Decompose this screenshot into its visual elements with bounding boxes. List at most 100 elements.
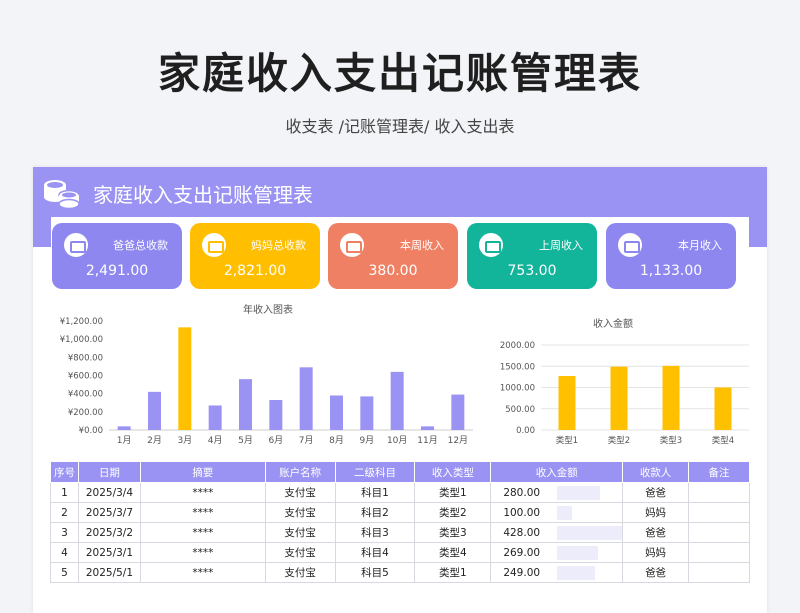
y-tick-label: ¥1,200.00 — [60, 317, 103, 327]
table-row[interactable]: 1 2025/3/4 **** 支付宝 科目1 类型1 280.00 爸爸 — [50, 482, 750, 503]
table-row[interactable]: 2 2025/3/7 **** 支付宝 科目2 类型2 100.00 妈妈 — [50, 502, 750, 523]
amount-data-bar — [556, 485, 600, 500]
cell-type[interactable]: 类型4 — [414, 542, 492, 563]
x-tick-label: 3月 — [177, 435, 192, 446]
cell-subject[interactable]: 科目1 — [334, 482, 416, 503]
cell-date[interactable]: 2025/3/4 — [77, 482, 141, 503]
cell-amount[interactable]: 249.00 — [490, 562, 557, 583]
cell-summary[interactable]: **** — [139, 482, 266, 503]
cell-no[interactable]: 1 — [50, 482, 79, 503]
bar-3月 — [178, 327, 192, 430]
cell-no[interactable]: 4 — [50, 542, 79, 563]
card-mom-total: 妈妈总收款 2,821.00 — [190, 223, 320, 289]
cell-summary[interactable]: **** — [139, 542, 266, 563]
bar-10月 — [390, 371, 404, 430]
cell-note[interactable] — [688, 542, 750, 563]
cell-no[interactable]: 5 — [50, 562, 79, 583]
cell-summary[interactable]: **** — [139, 502, 266, 523]
card-value: 1,133.00 — [639, 263, 703, 279]
table-row[interactable]: 5 2025/5/1 **** 支付宝 科目5 类型1 249.00 爸爸 — [50, 562, 750, 583]
amount-data-bar — [556, 545, 598, 560]
spreadsheet-panel: 家庭收入支出记账管理表 爸爸总收款 2,491.00 妈妈总收款 2,821.0… — [33, 167, 767, 613]
cell-note[interactable] — [688, 562, 750, 583]
cell-subject[interactable]: 科目3 — [334, 522, 416, 543]
cell-subject[interactable]: 科目2 — [334, 502, 416, 523]
table-row[interactable]: 3 2025/3/2 **** 支付宝 科目3 类型3 428.00 爸爸 — [50, 522, 750, 543]
card-label: 本周收入 — [400, 239, 444, 252]
header-cell[interactable]: 日期 — [77, 461, 141, 483]
sheet-header: 家庭收入支出记账管理表 — [33, 167, 767, 217]
y-tick-label: 2000.00 — [500, 341, 535, 351]
cell-date[interactable]: 2025/3/7 — [77, 502, 141, 523]
income-by-type-chart: 0.00 500.00 1000.00 1500.00 2000.00 类型1 类型2 类型3… — [500, 341, 749, 446]
cell-subject[interactable]: 科目5 — [334, 562, 416, 583]
cell-amount[interactable]: 280.00 — [490, 482, 557, 503]
cell-account[interactable]: 支付宝 — [264, 542, 336, 563]
card-this-month: 本月收入 1,133.00 — [606, 223, 736, 289]
cell-no[interactable]: 2 — [50, 502, 79, 523]
cell-note[interactable] — [688, 502, 750, 523]
card-dad-total: 爸爸总收款 2,491.00 — [52, 223, 182, 289]
header-cell[interactable]: 二级科目 — [334, 461, 416, 483]
x-tick-label: 4月 — [208, 435, 223, 446]
cell-payee[interactable]: 爸爸 — [622, 482, 690, 503]
table-row[interactable]: 4 2025/3/1 **** 支付宝 科目4 类型4 269.00 妈妈 — [50, 542, 750, 563]
y-tick-label: ¥800.00 — [68, 353, 103, 363]
x-tick-label: 9月 — [359, 435, 374, 446]
cell-type[interactable]: 类型2 — [414, 502, 492, 523]
y-tick-label: ¥400.00 — [68, 390, 103, 400]
cell-no[interactable]: 3 — [50, 522, 79, 543]
header-cell[interactable]: 收入金额 — [490, 461, 624, 483]
cell-note[interactable] — [688, 522, 750, 543]
bar-6月 — [269, 400, 283, 430]
cell-date[interactable]: 2025/3/1 — [77, 542, 141, 563]
amount-data-bar — [556, 505, 573, 520]
bar-类型1 — [558, 376, 576, 430]
x-tick-label: 5月 — [238, 435, 253, 446]
cell-note[interactable] — [688, 482, 750, 503]
card-label: 爸爸总收款 — [113, 239, 168, 252]
cell-type[interactable]: 类型1 — [414, 562, 492, 583]
cell-summary[interactable]: **** — [139, 562, 266, 583]
cell-date[interactable]: 2025/3/2 — [77, 522, 141, 543]
cell-payee[interactable]: 妈妈 — [622, 502, 690, 523]
cell-payee[interactable]: 妈妈 — [622, 542, 690, 563]
bar-1月 — [117, 426, 131, 430]
cell-amount[interactable]: 100.00 — [490, 502, 557, 523]
page-title: 家庭收入支出记账管理表 — [157, 49, 642, 98]
cell-account[interactable]: 支付宝 — [264, 562, 336, 583]
cell-type[interactable]: 类型1 — [414, 482, 492, 503]
cell-summary[interactable]: **** — [139, 522, 266, 543]
cell-amount[interactable]: 428.00 — [490, 522, 557, 543]
cell-amount[interactable]: 269.00 — [490, 542, 557, 563]
header-cell[interactable]: 摘要 — [139, 461, 266, 483]
card-label: 本月收入 — [678, 239, 722, 252]
header-cell[interactable]: 收款人 — [622, 461, 690, 483]
y-tick-label: 1000.00 — [500, 384, 535, 394]
cell-subject[interactable]: 科目4 — [334, 542, 416, 563]
header-cell[interactable]: 账户名称 — [264, 461, 336, 483]
cell-account[interactable]: 支付宝 — [264, 502, 336, 523]
header-cell[interactable]: 收入类型 — [414, 461, 492, 483]
bar-7月 — [299, 367, 313, 430]
bar-类型4 — [714, 387, 732, 430]
x-tick-label: 类型1 — [556, 435, 578, 446]
income-table: 序号 日期 摘要 账户名称 二级科目 收入类型 收入金额 收款人 备注 1 202… — [50, 461, 750, 583]
y-tick-label: 0.00 — [516, 426, 535, 436]
cell-amount-bar — [556, 502, 624, 523]
cell-payee[interactable]: 爸爸 — [622, 562, 690, 583]
cell-account[interactable]: 支付宝 — [264, 482, 336, 503]
x-tick-label: 6月 — [268, 435, 283, 446]
header-cell[interactable]: 备注 — [688, 461, 750, 483]
card-value: 753.00 — [507, 263, 557, 279]
cell-account[interactable]: 支付宝 — [264, 522, 336, 543]
header-cell[interactable]: 序号 — [50, 461, 79, 483]
cell-amount-bar — [556, 522, 624, 543]
cell-date[interactable]: 2025/5/1 — [77, 562, 141, 583]
annual-income-chart: ¥0.00 ¥200.00 ¥400.00 ¥600.00 ¥800.00 ¥1,000.… — [60, 317, 473, 446]
cell-type[interactable]: 类型3 — [414, 522, 492, 543]
x-tick-label: 类型2 — [608, 435, 630, 446]
header-right-accent — [749, 217, 767, 247]
bar-类型3 — [662, 365, 680, 430]
cell-payee[interactable]: 爸爸 — [622, 522, 690, 543]
